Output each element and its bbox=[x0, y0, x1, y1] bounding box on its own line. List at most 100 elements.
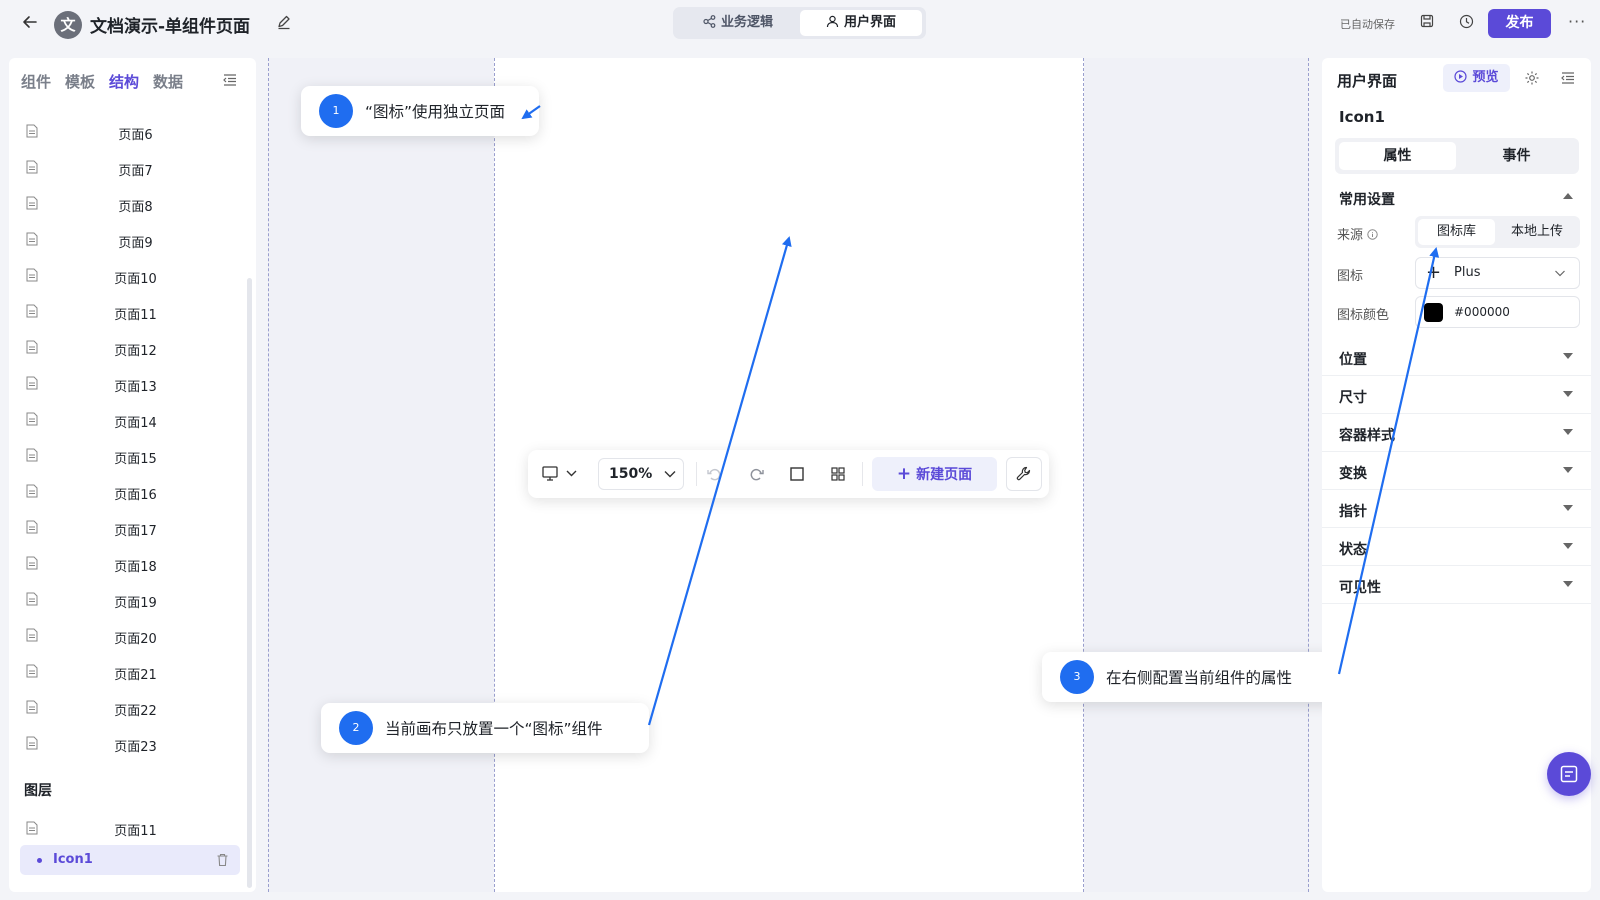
icon-select[interactable]: + Plus bbox=[1415, 257, 1580, 289]
caret-up-icon bbox=[1563, 193, 1573, 199]
page-list-item[interactable]: 页面7 bbox=[9, 150, 244, 186]
section-header[interactable]: 可见性 bbox=[1322, 566, 1591, 604]
tab-user-interface-label: 用户界面 bbox=[843, 15, 896, 30]
page-list-item-label: 页面20 bbox=[114, 632, 157, 647]
plus-icon: + bbox=[1426, 262, 1442, 283]
settings-gear-icon[interactable] bbox=[1524, 70, 1540, 86]
page-list-item[interactable]: 页面19 bbox=[9, 582, 244, 618]
wrench-button[interactable] bbox=[1006, 457, 1042, 491]
section-common-settings[interactable]: 常用设置 bbox=[1322, 178, 1591, 216]
grid-icon[interactable] bbox=[829, 465, 847, 483]
device-select[interactable] bbox=[542, 464, 582, 484]
document-title: 文档演示-单组件页面 bbox=[90, 17, 251, 37]
page-list-item[interactable]: 页面21 bbox=[9, 654, 244, 690]
page-list-item[interactable]: 页面18 bbox=[9, 546, 244, 582]
callout-number: 1 bbox=[319, 94, 353, 128]
section-header[interactable]: 变换 bbox=[1322, 452, 1591, 490]
callout-text: “图标”使用独立页面 bbox=[365, 103, 506, 121]
collapse-panel-icon[interactable] bbox=[222, 72, 238, 88]
tab-components[interactable]: 组件 bbox=[21, 71, 51, 92]
preview-button[interactable]: 预览 bbox=[1443, 64, 1510, 92]
section-title: 状态 bbox=[1339, 542, 1367, 558]
page-list: 页面6 页面7 页面8 页面9 页面10 页面11 页面12 页面13 页面14 页面15 页面16… bbox=[9, 114, 244, 762]
zoom-select[interactable]: 150% bbox=[598, 458, 684, 490]
trash-icon[interactable] bbox=[216, 853, 229, 867]
page-list-item[interactable]: 页面22 bbox=[9, 690, 244, 726]
source-local-upload[interactable]: 本地上传 bbox=[1497, 219, 1577, 245]
page-list-scrollbar[interactable] bbox=[247, 278, 252, 888]
monitor-icon bbox=[542, 466, 577, 481]
toolbar-divider bbox=[696, 462, 697, 486]
tab-user-interface[interactable]: 用户界面 bbox=[800, 10, 922, 36]
collapse-panel-icon[interactable] bbox=[1560, 70, 1576, 86]
page-list-item[interactable]: 页面16 bbox=[9, 474, 244, 510]
page-list-item-label: 页面17 bbox=[114, 524, 157, 539]
frame-icon[interactable] bbox=[788, 465, 806, 483]
top-bar: 文 文档演示-单组件页面 业务逻辑 用户界面 已自动保存 发布 ··· bbox=[0, 0, 1600, 46]
tab-events[interactable]: 事件 bbox=[1458, 142, 1575, 170]
new-page-button[interactable]: + 新建页面 bbox=[872, 457, 997, 491]
assistant-button[interactable] bbox=[1547, 752, 1591, 796]
more-options-icon[interactable]: ··· bbox=[1568, 12, 1586, 31]
icon-label: 图标 bbox=[1337, 269, 1364, 284]
page-list-item-label: 页面18 bbox=[114, 560, 157, 575]
properties-events-switch: 属性 事件 bbox=[1335, 138, 1579, 174]
icon-color-label: 图标颜色 bbox=[1337, 308, 1390, 323]
save-icon[interactable] bbox=[1420, 14, 1438, 32]
section-header[interactable]: 容器样式 bbox=[1322, 414, 1591, 452]
layer-item-selected[interactable]: Icon1 bbox=[20, 845, 240, 875]
page-list-item-label: 页面6 bbox=[118, 128, 153, 143]
page-list-item[interactable]: 页面20 bbox=[9, 618, 244, 654]
back-arrow-icon[interactable] bbox=[20, 13, 40, 33]
page-list-item[interactable]: 页面15 bbox=[9, 438, 244, 474]
section-header[interactable]: 尺寸 bbox=[1322, 376, 1591, 414]
caret-down-icon bbox=[1563, 467, 1573, 473]
tab-business-logic-label: 业务逻辑 bbox=[720, 15, 773, 30]
page-list-item[interactable]: 页面8 bbox=[9, 186, 244, 222]
page-list-item[interactable]: 页面14 bbox=[9, 402, 244, 438]
section-header[interactable]: 状态 bbox=[1322, 528, 1591, 566]
redo-icon[interactable] bbox=[747, 465, 765, 483]
page-list-item-label: 页面11 bbox=[114, 308, 157, 323]
source-label-text: 来源 bbox=[1337, 228, 1364, 243]
undo-icon[interactable] bbox=[706, 465, 724, 483]
page-list-item[interactable]: 页面17 bbox=[9, 510, 244, 546]
source-switch: 图标库 本地上传 bbox=[1415, 216, 1580, 248]
page-list-item[interactable]: 页面6 bbox=[9, 114, 244, 150]
zoom-value: 150% bbox=[609, 466, 653, 482]
tab-data[interactable]: 数据 bbox=[153, 71, 183, 92]
caret-down-icon bbox=[1563, 353, 1573, 359]
section-header[interactable]: 指针 bbox=[1322, 490, 1591, 528]
source-icon-library[interactable]: 图标库 bbox=[1418, 219, 1495, 245]
page-list-item-label: 页面19 bbox=[114, 596, 157, 611]
publish-button[interactable]: 发布 bbox=[1488, 9, 1551, 38]
section-header[interactable]: 位置 bbox=[1322, 338, 1591, 376]
icon-color-field[interactable]: #000000 bbox=[1415, 296, 1580, 328]
edit-title-icon[interactable] bbox=[276, 14, 294, 32]
page-list-item[interactable]: 页面13 bbox=[9, 366, 244, 402]
layers-title: 图层 bbox=[24, 783, 52, 799]
tab-properties[interactable]: 属性 bbox=[1339, 142, 1456, 170]
caret-down-icon bbox=[1563, 391, 1573, 397]
preview-label: 预览 bbox=[1472, 70, 1499, 85]
tab-business-logic[interactable]: 业务逻辑 bbox=[677, 10, 799, 36]
page-list-item-label: 页面22 bbox=[114, 704, 157, 719]
history-icon[interactable] bbox=[1459, 14, 1477, 32]
layer-item-label: Icon1 bbox=[53, 852, 93, 867]
wrench-icon bbox=[1016, 466, 1031, 481]
page-list-item[interactable]: 页面23 bbox=[9, 726, 244, 762]
callout-2: 2 当前画布只放置一个“图标”组件 bbox=[321, 703, 649, 753]
tab-templates[interactable]: 模板 bbox=[65, 71, 95, 92]
page-list-item-label: 页面12 bbox=[114, 344, 157, 359]
layer-page-item[interactable]: 页面11 bbox=[9, 810, 244, 846]
layer-page-label: 页面11 bbox=[114, 824, 157, 839]
page-list-item[interactable]: 页面10 bbox=[9, 258, 244, 294]
section-title: 容器样式 bbox=[1339, 428, 1395, 444]
tab-structure[interactable]: 结构 bbox=[109, 71, 139, 92]
page-list-item[interactable]: 页面12 bbox=[9, 330, 244, 366]
color-swatch[interactable] bbox=[1424, 303, 1443, 322]
caret-down-icon bbox=[1563, 543, 1573, 549]
page-list-item[interactable]: 页面9 bbox=[9, 222, 244, 258]
page-list-item[interactable]: 页面11 bbox=[9, 294, 244, 330]
section-title: 指针 bbox=[1339, 504, 1367, 520]
